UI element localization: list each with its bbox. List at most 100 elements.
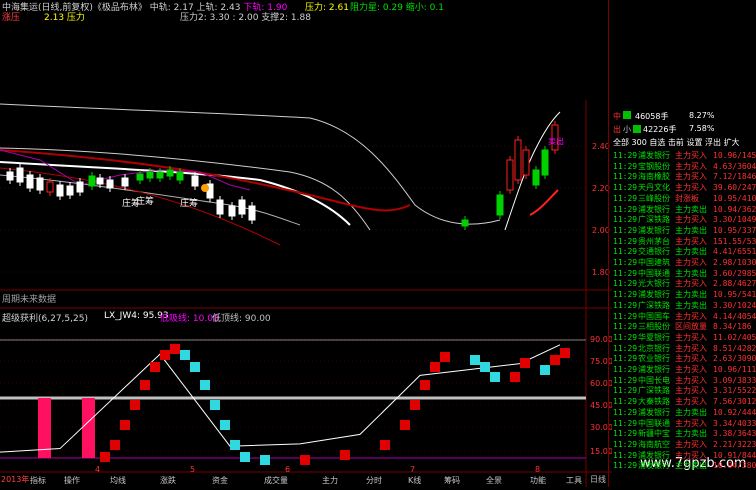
candle xyxy=(6,171,14,181)
candle xyxy=(88,175,96,187)
indicator-block xyxy=(180,350,190,360)
band-line xyxy=(0,147,371,231)
tick-tab[interactable]: 自选 xyxy=(649,138,665,147)
indicator-high: 低顶线: 90.00 xyxy=(212,314,271,324)
header-line2-left: 涨压 xyxy=(2,13,21,23)
mid-volume: 46058手 xyxy=(635,112,669,121)
chart-area[interactable]: 2.40 2.20 2.00 1.80 90.00 75.00 60.00 45.00 30.0… xyxy=(0,0,747,487)
bottom-tab[interactable]: 操作 xyxy=(64,474,80,487)
tick-tab[interactable]: 设置 xyxy=(686,138,702,147)
pink-bar xyxy=(82,398,95,458)
bottom-tab[interactable]: 主力 xyxy=(322,474,338,487)
indicator-block xyxy=(560,348,570,358)
period-label: 日线 xyxy=(590,475,606,484)
candle xyxy=(496,194,504,216)
middle-band xyxy=(0,161,351,226)
tick-tab[interactable]: 全部 xyxy=(613,138,629,147)
tick-time: 11:29 xyxy=(613,461,638,471)
candle xyxy=(506,159,514,191)
annotation-label: 庄筹 xyxy=(136,197,155,207)
bottom-tab[interactable]: K线 xyxy=(408,474,421,487)
indicator-block xyxy=(380,440,390,450)
x-tick: 7 xyxy=(410,465,415,474)
candle xyxy=(191,175,199,187)
tick-tab[interactable]: 击前 xyxy=(668,138,684,147)
indicator-block xyxy=(210,400,220,410)
tick-name: 浦发银行 xyxy=(638,461,670,471)
candle xyxy=(461,219,469,227)
x-tick: 4 xyxy=(95,465,100,474)
chart-canvas[interactable]: 2.402.202.001.8090.0075.0060.0045.0030.0… xyxy=(0,0,613,487)
tick-panel: 中 46058手 8.27% 出 小 42226手 7.58% 全部 300 自… xyxy=(608,0,756,487)
indicator-block xyxy=(150,362,160,372)
indicator-block xyxy=(340,450,350,460)
candle xyxy=(46,181,54,193)
indicator-block xyxy=(110,440,120,450)
candle xyxy=(228,205,236,217)
bottom-tab[interactable]: 涨跌 xyxy=(160,474,176,487)
bottom-tab[interactable]: 功能 xyxy=(530,474,546,487)
indicator-block xyxy=(300,455,310,465)
bottom-tab[interactable]: 全景 xyxy=(486,474,502,487)
bottom-tab[interactable]: 筹码 xyxy=(444,474,460,487)
bottom-tab[interactable]: 指标 xyxy=(30,474,46,487)
indicator-block xyxy=(520,358,530,368)
indicator-block xyxy=(420,380,430,390)
indicator-block xyxy=(480,362,490,372)
indicator-block xyxy=(200,380,210,390)
indicator-block xyxy=(440,352,450,362)
candle xyxy=(166,169,174,177)
candle xyxy=(248,205,256,221)
x-tick: 6 xyxy=(285,465,290,474)
candle xyxy=(238,199,246,215)
tick-tab[interactable]: 300 xyxy=(632,138,647,147)
indicator-block xyxy=(120,420,130,430)
tick-val: 10.94/3800 xyxy=(713,461,756,471)
indicator-lx: LX_JW4: 95.93 xyxy=(104,311,169,321)
sub-caption: 周期未来数据 xyxy=(2,295,57,305)
candle xyxy=(136,173,144,181)
candle xyxy=(176,171,184,181)
mid-label: 中 xyxy=(613,112,621,121)
indicator-block xyxy=(260,455,270,465)
indicator-title: 超级获利(6,27,5,25) xyxy=(2,314,88,324)
mid-swatch-icon xyxy=(623,111,631,119)
indicator-block xyxy=(430,362,440,372)
x-tick: 8 xyxy=(535,465,540,474)
candle xyxy=(121,177,129,187)
header-pressure: 压力: 2.61 xyxy=(305,3,349,13)
candle xyxy=(56,184,64,197)
indicator-block xyxy=(160,350,170,360)
annotation-label: 庄筹 xyxy=(180,199,199,209)
indicator-block xyxy=(550,355,560,365)
indicator-block xyxy=(170,344,180,354)
indicator-block xyxy=(230,440,240,450)
indicator-block xyxy=(130,400,140,410)
header-line2-tail: 压力2: 3.30 : 2.00 支撑2: 1.88 xyxy=(180,13,311,23)
indicator-block xyxy=(220,420,230,430)
mid-percent: 8.27% xyxy=(689,111,715,120)
candle xyxy=(532,169,540,186)
out-volume: 42226手 xyxy=(643,125,677,134)
indicator-block xyxy=(100,452,110,462)
year-label: 2013年 xyxy=(1,475,30,484)
indicator-low: 低吸线: 10.00 xyxy=(160,314,219,324)
bottom-tab[interactable]: 资金 xyxy=(212,474,228,487)
tick-row[interactable]: 11:29浦发银行主力卖出 10.94/3800 xyxy=(613,460,756,472)
indicator-block xyxy=(470,355,480,365)
tick-tab[interactable]: 浮出 xyxy=(705,138,721,147)
bottom-tab[interactable]: 成交量 xyxy=(264,474,288,487)
candle xyxy=(514,139,522,181)
candle xyxy=(522,149,530,176)
out-swatch-icon xyxy=(633,125,641,133)
bottom-tab[interactable]: 分时 xyxy=(366,474,382,487)
indicator-block xyxy=(400,420,410,430)
tick-act: 主力卖出 xyxy=(675,461,707,471)
bottom-tab[interactable]: 工具 xyxy=(566,474,582,487)
out-sub: 小 xyxy=(623,125,631,134)
candle xyxy=(216,199,224,215)
tick-tab[interactable]: 扩大 xyxy=(724,138,740,147)
candle xyxy=(36,177,44,191)
bottom-tab[interactable]: 均线 xyxy=(110,474,126,487)
candle xyxy=(96,177,104,185)
